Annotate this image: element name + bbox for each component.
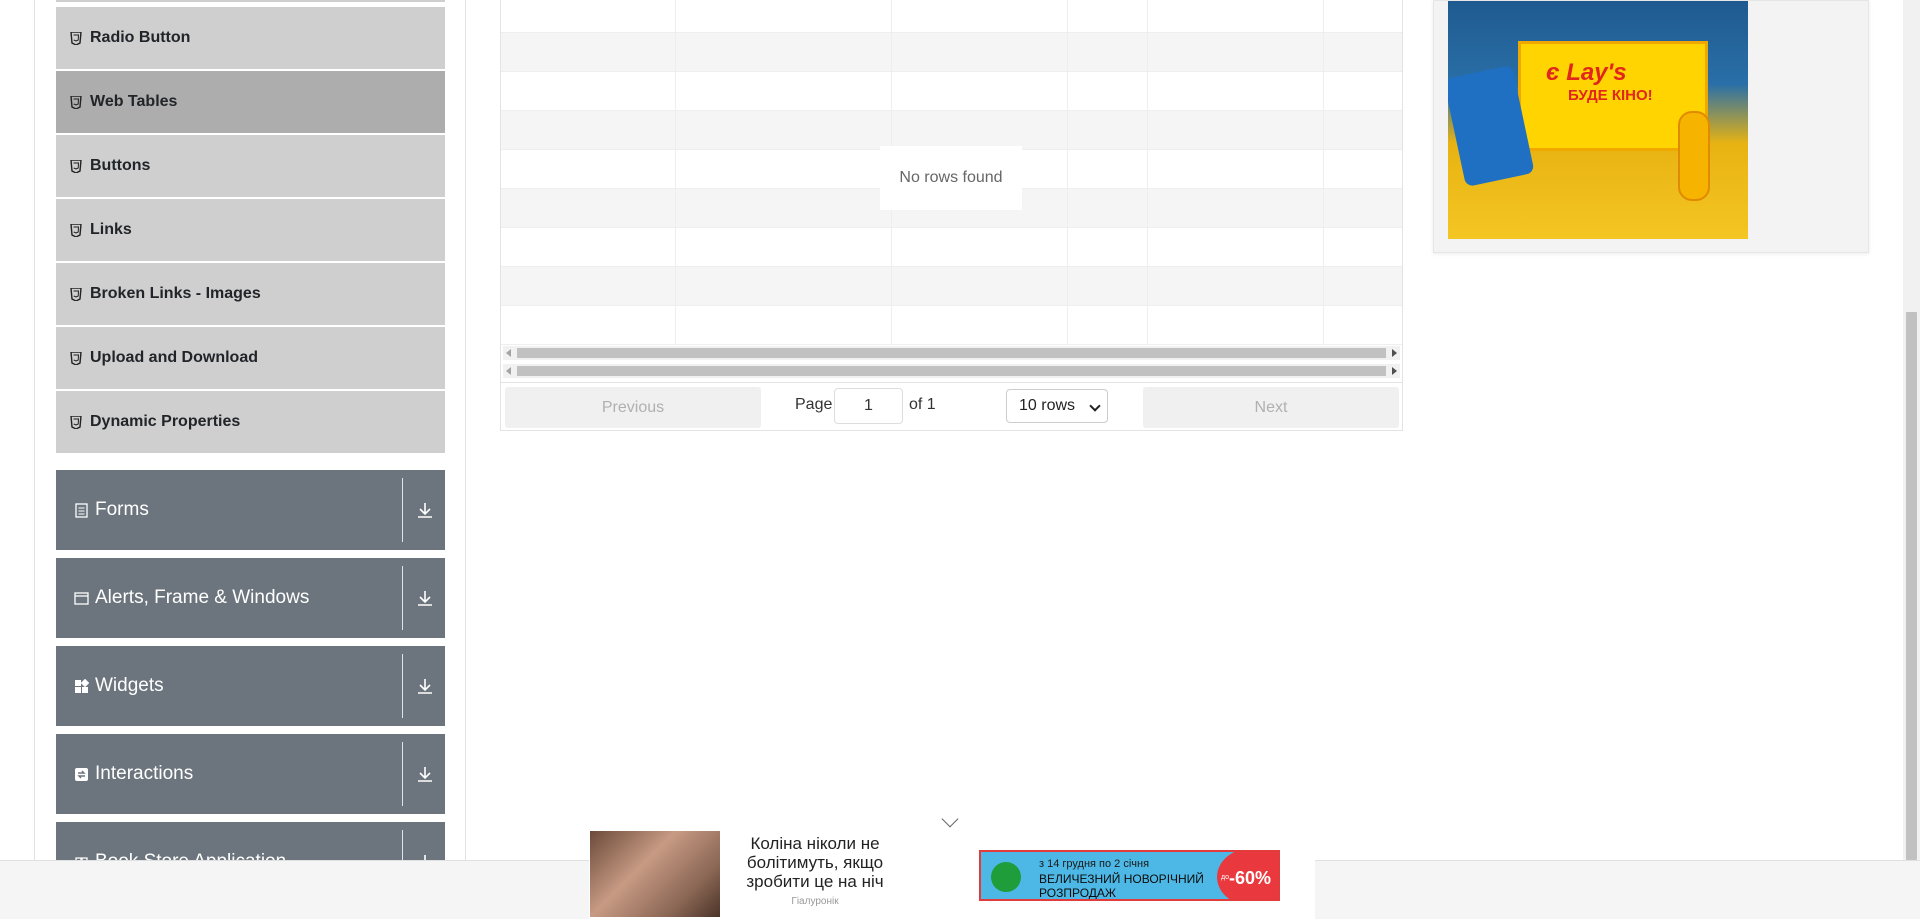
html5-icon: [70, 223, 82, 237]
sidebar-item-label: Broken Links - Images: [90, 285, 261, 302]
sidebar-item-label: Radio Button: [90, 29, 191, 46]
group-divider: [402, 654, 403, 718]
download-arrow-icon[interactable]: [415, 852, 435, 860]
ad-image[interactable]: є Lay's БУДЕ КІНО!: [1448, 1, 1748, 239]
rows-per-page-value: 10 rows: [1019, 397, 1076, 414]
group-interactions[interactable]: Interactions: [56, 734, 445, 814]
sidebar-item-dynamic-properties[interactable]: Dynamic Properties: [56, 391, 445, 453]
rows-per-page-select[interactable]: 10 rows: [1006, 389, 1108, 423]
table-row: [501, 228, 1402, 267]
download-arrow-icon[interactable]: [415, 500, 435, 520]
group-forms[interactable]: Forms: [56, 470, 445, 550]
no-rows-message: No rows found: [880, 146, 1022, 210]
sidebar-item-links[interactable]: Links: [56, 199, 445, 261]
html5-icon: [70, 351, 82, 365]
sale-banner[interactable]: з 14 грудня по 2 січня ВЕЛИЧЕЗНИЙ НОВОРІ…: [979, 850, 1280, 901]
scroll-left-arrow-icon[interactable]: [506, 367, 511, 375]
scroll-right-arrow-icon[interactable]: [1392, 349, 1397, 357]
column-divider: [1147, 0, 1148, 345]
sidebar-item-buttons[interactable]: Buttons: [56, 135, 445, 197]
knee-ad-source: Гіалуронік: [791, 896, 839, 907]
interactions-icon: [75, 767, 88, 781]
menu-item-remnant[interactable]: [56, 0, 445, 2]
pagination-bar: Previous Page of 1 10 rows Next: [501, 382, 1402, 430]
html5-icon: [70, 31, 82, 45]
sale-title: ВЕЛИЧЕЗНИЙ НОВОРІЧНИЙ РОЗПРОДАЖ: [1039, 872, 1204, 900]
group-alerts-frame-windows[interactable]: Alerts, Frame & Windows: [56, 558, 445, 638]
column-divider: [675, 0, 676, 345]
ad-brand-text: є Lay's: [1546, 59, 1627, 86]
column-divider: [1067, 0, 1068, 345]
group-divider: [402, 478, 403, 542]
page-vertical-scrollbar[interactable]: [1903, 0, 1920, 860]
scrollbar-thumb[interactable]: [517, 366, 1386, 376]
sidebar-item-upload-download[interactable]: Upload and Download: [56, 327, 445, 389]
table-row: [501, 267, 1402, 306]
group-widgets[interactable]: Widgets: [56, 646, 445, 726]
download-arrow-icon[interactable]: [415, 764, 435, 784]
table-row: [501, 72, 1402, 111]
sidebar-item-label: Upload and Download: [90, 349, 258, 366]
total-pages-label: of 1: [909, 396, 936, 413]
widgets-icon: [75, 678, 89, 693]
group-divider: [402, 830, 403, 860]
group-label: Forms: [95, 499, 149, 520]
sidebar-item-web-tables[interactable]: Web Tables: [56, 71, 445, 133]
scroll-left-arrow-icon[interactable]: [506, 349, 511, 357]
ad-tagline: БУДЕ КІНО!: [1568, 87, 1653, 104]
group-divider: [402, 566, 403, 630]
discount-percent: -60%: [1229, 868, 1272, 888]
scrollbar-thumb[interactable]: [1906, 312, 1917, 860]
collapse-ad-chevron-icon[interactable]: [941, 810, 959, 828]
right-advertisement[interactable]: є Lay's БУДЕ КІНО!: [1433, 0, 1869, 253]
html5-icon: [70, 415, 82, 429]
discount-prefix: до: [1221, 874, 1229, 881]
html5-icon: [70, 95, 82, 109]
web-table: No rows found Previous Page of 1 10 rows…: [500, 0, 1403, 431]
knee-ad-text[interactable]: Коліна ніколи не болітимуть, якщо зробит…: [720, 834, 910, 891]
left-panel: Radio Button Web Tables Buttons Links Br…: [34, 0, 466, 860]
previous-button[interactable]: Previous: [505, 387, 761, 428]
group-label: Book Store Application: [95, 851, 286, 860]
download-arrow-icon[interactable]: [415, 676, 435, 696]
sidebar-item-label: Web Tables: [90, 93, 178, 110]
remote-image: [1678, 111, 1710, 201]
group-label: Widgets: [95, 675, 164, 696]
html5-icon: [70, 287, 82, 301]
chevron-down-icon: [1089, 400, 1101, 412]
window-icon: [74, 591, 89, 605]
horizontal-scrollbar[interactable]: [503, 364, 1400, 378]
next-button[interactable]: Next: [1143, 387, 1399, 428]
column-divider: [1323, 0, 1324, 345]
group-divider: [402, 742, 403, 806]
page-number-input[interactable]: [834, 388, 903, 424]
html5-icon: [70, 159, 82, 173]
smile-icon: [991, 862, 1021, 892]
scroll-right-arrow-icon[interactable]: [1392, 367, 1397, 375]
table-row: [501, 306, 1402, 345]
scrollbar-thumb[interactable]: [517, 348, 1386, 358]
sidebar-item-radio-button[interactable]: Radio Button: [56, 7, 445, 69]
table-row: [501, 111, 1402, 150]
sidebar-item-label: Buttons: [90, 157, 151, 174]
horizontal-scrollbar[interactable]: [503, 346, 1400, 360]
sidebar-item-broken-links[interactable]: Broken Links - Images: [56, 263, 445, 325]
table-row: [501, 33, 1402, 72]
page-label: Page: [795, 396, 833, 413]
sale-dates: з 14 грудня по 2 січня: [1039, 858, 1150, 870]
forms-icon: [75, 502, 88, 518]
group-label: Alerts, Frame & Windows: [95, 587, 310, 608]
group-label: Interactions: [95, 763, 194, 784]
knee-ad-image[interactable]: [590, 831, 720, 917]
table-row: [501, 0, 1402, 33]
sidebar-item-label: Dynamic Properties: [90, 413, 241, 430]
group-book-store[interactable]: Book Store Application: [56, 822, 445, 860]
download-arrow-icon[interactable]: [415, 588, 435, 608]
sidebar-item-label: Links: [90, 221, 132, 238]
